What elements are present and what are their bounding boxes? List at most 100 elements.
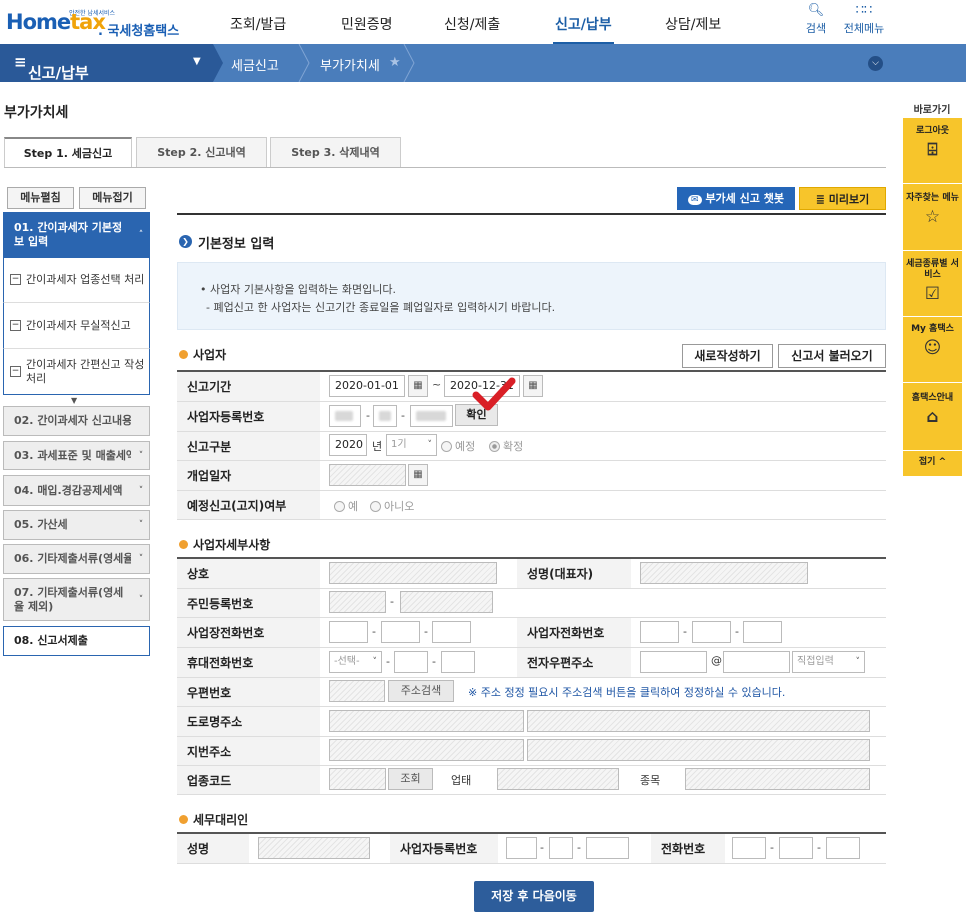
bizno-part2-input[interactable] xyxy=(373,405,397,427)
tab-step3[interactable]: Step 3. 삭제내역 xyxy=(270,137,401,168)
radio-estimate[interactable]: 예정 xyxy=(441,438,475,454)
tab-step2[interactable]: Step 2. 신고내역 xyxy=(136,137,267,168)
submenu-industry-select[interactable]: − 간이과세자 업종선택 처리 xyxy=(3,258,150,302)
menu-item-06[interactable]: 06. 기타제출서류(영세율 ˅ xyxy=(3,544,150,574)
gnb-certificate[interactable]: 민원증명 xyxy=(341,14,393,34)
mobile-3-input[interactable] xyxy=(441,651,475,673)
label-biz-type: 업태 xyxy=(451,774,472,787)
star-icon[interactable]: ★ xyxy=(389,55,401,70)
year-input[interactable]: 2020 xyxy=(329,434,367,456)
hometax-logo[interactable]: 안전한 납세서비스 Hometax . 국세청홈택스 xyxy=(6,6,179,39)
agent-bizno-3-input[interactable] xyxy=(586,837,629,859)
calendar-icon[interactable]: ▦ xyxy=(523,375,543,397)
menu-item-03[interactable]: 03. 과세표준 및 매출세액 ˅ xyxy=(3,441,150,470)
industry-code-input[interactable] xyxy=(329,768,386,790)
all-menu-button[interactable]: ∷∷ 전체메뉴 xyxy=(840,2,888,36)
place-phone-1-input[interactable] xyxy=(329,621,368,643)
row-divider xyxy=(177,863,886,864)
rrn-part1-input[interactable] xyxy=(329,591,386,613)
quick-tax-service[interactable]: 세금종류별 서비스 ☑ xyxy=(903,259,962,303)
gnb-inquiry[interactable]: 조회/발급 xyxy=(230,14,286,34)
company-name-input[interactable] xyxy=(329,562,497,584)
place-phone-2-input[interactable] xyxy=(381,621,420,643)
industry-lookup-button[interactable]: 조회 xyxy=(388,768,433,790)
menu-item-label: 04. 매입.경감공제세액 xyxy=(14,483,123,497)
gnb-consult[interactable]: 상담/제보 xyxy=(665,14,721,34)
bizno-part1-input[interactable] xyxy=(329,405,361,427)
radio-yes-label: 예 xyxy=(348,500,359,513)
half-select[interactable]: 1기 ˅ xyxy=(386,434,437,456)
period-from-input[interactable]: 2020-01-01 xyxy=(329,375,405,397)
chevron-down-icon[interactable]: ⌵ xyxy=(868,56,883,71)
load-report-button[interactable]: 신고서 불러오기 xyxy=(778,344,886,368)
label-agent-phone: 전화번호 xyxy=(651,834,725,863)
menu-item-02[interactable]: 02. 간이과세자 신고내용 xyxy=(3,406,150,436)
quick-logout[interactable]: 로그아웃 ⌹ xyxy=(903,126,962,159)
save-next-button[interactable]: 저장 후 다음이동 xyxy=(474,881,594,912)
rrn-part2-input[interactable] xyxy=(400,591,493,613)
breadcrumb-vat[interactable]: 부가가치세 xyxy=(320,55,380,74)
quick-guide-label: 홈택스안내 xyxy=(911,393,954,403)
email-id-input[interactable] xyxy=(640,651,707,673)
breadcrumb-tax-report[interactable]: 세금신고 xyxy=(231,55,279,74)
place-phone-3-input[interactable] xyxy=(432,621,471,643)
agent-phone-3-input[interactable] xyxy=(826,837,860,859)
lot-address-1-input[interactable] xyxy=(329,739,524,761)
menu-item-04[interactable]: 04. 매입.경감공제세액 ˅ xyxy=(3,475,150,506)
dash: - xyxy=(432,655,436,668)
menu-item-basic-info[interactable]: 01. 간이과세자 기본정보 입력 ˄ xyxy=(3,212,150,258)
calendar-icon[interactable]: ▦ xyxy=(408,375,428,397)
gnb-report-pay[interactable]: 신고/납부 xyxy=(553,14,614,44)
quick-favorites[interactable]: 자주찾는 메뉴 ☆ xyxy=(903,193,962,226)
agent-bizno-2-input[interactable] xyxy=(549,837,573,859)
submenu-simple-report[interactable]: − 간이과세자 간편신고 작성 처리 xyxy=(3,348,150,395)
agent-name-input[interactable] xyxy=(258,837,370,859)
section-selector[interactable]: ≡ 신고/납부 ▼ xyxy=(0,44,213,82)
menu-item-05[interactable]: 05. 가산세 ˅ xyxy=(3,510,150,540)
menu-item-07[interactable]: 07. 기타제출서류(영세율 제외) ˅ xyxy=(3,578,150,621)
radio-final[interactable]: 확정 xyxy=(489,438,523,454)
radio-no-label: 아니오 xyxy=(384,500,415,513)
submenu-no-performance[interactable]: − 간이과세자 무실적신고 xyxy=(3,302,150,348)
email-domain-select[interactable]: 직접입력 ˅ xyxy=(792,651,865,673)
representative-input[interactable] xyxy=(640,562,808,584)
agent-phone-2-input[interactable] xyxy=(779,837,813,859)
quick-guide[interactable]: 홈택스안내 ⌂ xyxy=(903,393,962,426)
label-bizno: 사업자등록번호 xyxy=(177,402,320,431)
open-date-input[interactable] xyxy=(329,464,406,486)
calendar-icon[interactable]: ▦ xyxy=(408,464,428,486)
road-address-2-input[interactable] xyxy=(527,710,870,732)
radio-no[interactable]: 아니오 xyxy=(370,498,414,514)
menu-expand-button[interactable]: 메뉴펼침 xyxy=(7,187,74,209)
breadcrumb-sep-icon xyxy=(403,44,415,82)
label-road-address: 도로명주소 xyxy=(177,707,320,736)
biz-phone-1-input[interactable] xyxy=(640,621,679,643)
bizno-part3-input[interactable] xyxy=(410,405,453,427)
radio-yes[interactable]: 예 xyxy=(334,498,358,514)
quick-my-hometax[interactable]: My 홈택스 ☺ xyxy=(903,324,962,357)
address-search-button[interactable]: 주소검색 xyxy=(388,680,454,702)
label-rrn: 주민등록번호 xyxy=(177,589,320,617)
biz-phone-3-input[interactable] xyxy=(743,621,782,643)
email-domain-input[interactable] xyxy=(723,651,790,673)
menu-item-08[interactable]: 08. 신고서제출 xyxy=(3,626,150,656)
road-address-1-input[interactable] xyxy=(329,710,524,732)
gnb-apply[interactable]: 신청/제출 xyxy=(444,14,500,34)
mobile-prefix-select[interactable]: -선택- ˅ xyxy=(329,651,382,673)
new-report-button[interactable]: 새로작성하기 xyxy=(682,344,773,368)
lot-address-2-input[interactable] xyxy=(527,739,870,761)
preview-button[interactable]: ≣ 미리보기 xyxy=(799,187,886,210)
agent-bizno-1-input[interactable] xyxy=(506,837,537,859)
biz-type-input[interactable] xyxy=(497,768,619,790)
radio-estimate-label: 예정 xyxy=(455,440,476,453)
mobile-2-input[interactable] xyxy=(394,651,428,673)
quick-fold-button[interactable]: 접기 ^ xyxy=(903,457,962,468)
search-button[interactable]: 🔍︎ 검색 xyxy=(801,2,831,36)
item-input[interactable] xyxy=(685,768,870,790)
zip-input[interactable] xyxy=(329,680,385,702)
vat-chatbot-button[interactable]: ✉ 부가세 신고 챗봇 xyxy=(677,187,795,210)
tab-step1[interactable]: Step 1. 세금신고 xyxy=(4,137,132,168)
menu-collapse-button[interactable]: 메뉴접기 xyxy=(79,187,146,209)
biz-phone-2-input[interactable] xyxy=(692,621,731,643)
agent-phone-1-input[interactable] xyxy=(732,837,766,859)
